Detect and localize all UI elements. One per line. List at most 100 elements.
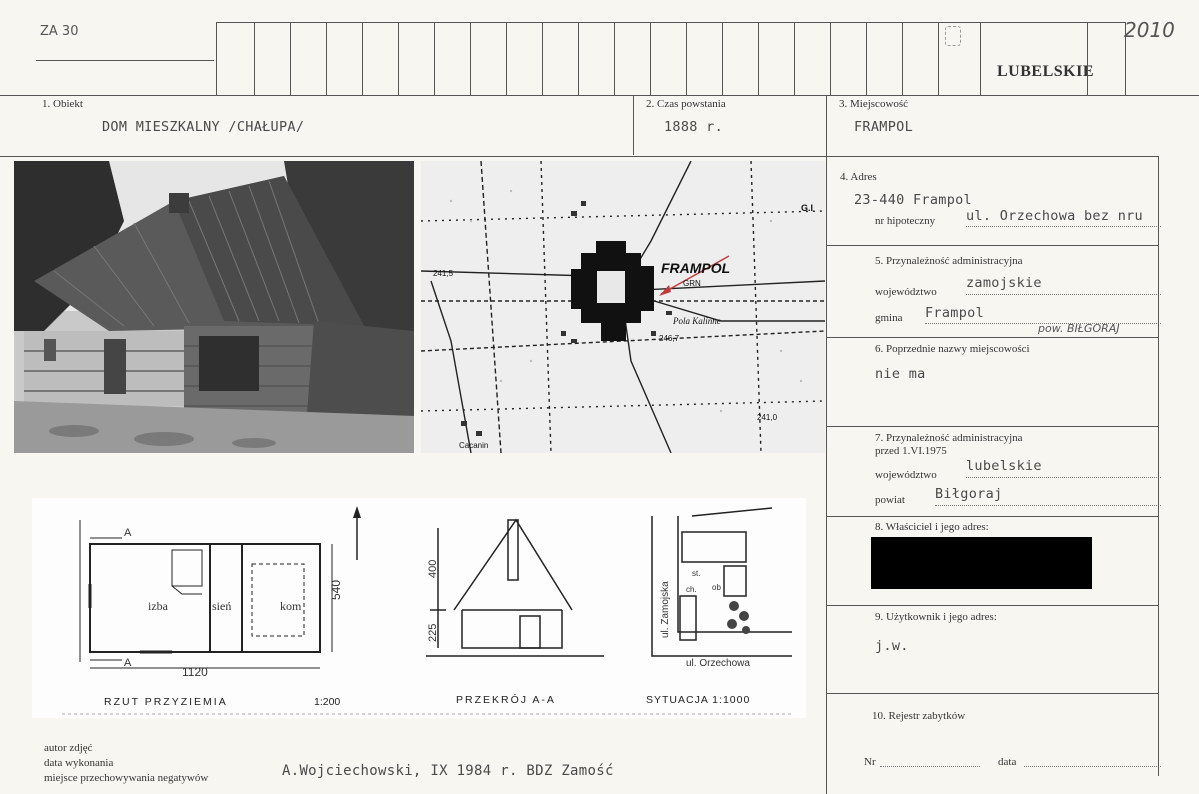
caption-site: SYTUACJA 1:1000 [646, 694, 750, 706]
row-rule [826, 156, 1159, 157]
dotted-line [966, 477, 1161, 478]
field-1-value: DOM MIESZKALNY /CHAŁUPA/ [102, 119, 305, 135]
dotted-line [880, 766, 980, 767]
card-code: ZA 30 [40, 24, 79, 39]
right-column-divider [826, 95, 827, 794]
label-a-top: A [124, 527, 132, 539]
field-9-value: j.w. [875, 638, 909, 654]
header-top-rule [216, 22, 1126, 23]
footer-line-2: data wykonania [44, 757, 114, 769]
label-ob: ob [712, 583, 721, 592]
field-3-label: 3. Miejscowość [839, 98, 909, 110]
field-10-label: 10. Rejestr zabytków [872, 710, 966, 722]
row-rule [826, 605, 1159, 606]
dotted-line [1024, 766, 1161, 767]
header-tick [398, 22, 399, 95]
field-4-sub-value: ul. Orzechowa bez nru [966, 208, 1143, 224]
field-5-gmina-label: gmina [875, 312, 903, 324]
caption-section: PRZEKRÓJ A-A [456, 693, 556, 706]
header-tick [470, 22, 471, 95]
divider [633, 95, 634, 155]
field-5-voiv-value: zamojskie [966, 275, 1042, 291]
map-village-label: Cacanin [459, 441, 488, 450]
label-dim-w: 1120 [182, 665, 208, 679]
field-7-powiat-value: Biłgoraj [935, 486, 1003, 502]
header-tick [866, 22, 867, 95]
label-sien: sień [212, 599, 231, 613]
field-7-label: 7. Przynależność administracyjna [875, 432, 1023, 444]
label-a-bottom: A [124, 657, 132, 669]
field-5-label: 5. Przynależność administracyjna [875, 255, 1023, 267]
map-grn-label: GRN [683, 279, 701, 288]
house-photo [14, 161, 414, 453]
row-rule [826, 426, 1159, 427]
dotted-line [935, 505, 1161, 506]
label-dim-400: 400 [427, 560, 439, 578]
label-street-1: ul. Zamojska [660, 581, 671, 638]
field-2-value: 1888 r. [664, 119, 723, 135]
field-5-voiv-label: województwo [875, 286, 937, 298]
header-divider [1125, 22, 1126, 95]
field-6-value: nie ma [875, 366, 926, 382]
map-elev-2: 246,7 [659, 334, 680, 343]
right-edge-rule [1158, 156, 1159, 776]
header-tick [362, 22, 363, 95]
header-tick [290, 22, 291, 95]
dotted-line [966, 294, 1161, 295]
header-tick [902, 22, 903, 95]
location-map: FRAMPOL GRN Pola Kalinne 241,5 246,7 241… [421, 161, 825, 453]
redaction-box [871, 537, 1092, 589]
field-10-data-label: data [998, 756, 1017, 768]
map-town-label: FRAMPOL [661, 260, 730, 276]
field-2-label: 2. Czas powstania [646, 98, 726, 110]
header-rule [36, 60, 214, 61]
header-tick [506, 22, 507, 95]
header-tick [542, 22, 543, 95]
label-kom: kom [280, 599, 302, 613]
field-7-voiv-label: województwo [875, 469, 937, 481]
caption-plan-scale: 1:200 [314, 696, 340, 708]
field-3-value: FRAMPOL [854, 119, 913, 135]
field-4-sub-label: nr hipoteczny [875, 215, 936, 227]
label-ch: ch. [686, 585, 697, 594]
card-number: 2010 [1124, 18, 1175, 42]
field-10-nr-label: Nr [864, 756, 876, 768]
field-7-powiat-label: powiat [875, 494, 905, 506]
field-8-label: 8. Właściciel i jego adres: [875, 521, 989, 533]
header-tick [434, 22, 435, 95]
row-rule [826, 337, 1159, 338]
label-dim-225: 225 [427, 624, 439, 642]
header-tick [254, 22, 255, 95]
header-tick [326, 22, 327, 95]
row-rule [826, 693, 1159, 694]
map-pola-label: Pola Kalinne [672, 316, 721, 326]
field-9-label: 9. Użytkownik i jego adres: [875, 611, 997, 623]
header-tick [980, 22, 981, 95]
map-elev-3: 241,0 [757, 413, 778, 422]
field-7-voiv-value: lubelskie [966, 458, 1042, 474]
map-corner-label: G.I [801, 203, 813, 213]
header-tick [794, 22, 795, 95]
stamp-icon [945, 26, 961, 46]
label-dim-h: 540 [329, 580, 343, 600]
field-5-gmina-value: Frampol [925, 305, 984, 321]
header-tick [758, 22, 759, 95]
header-tick [722, 22, 723, 95]
header-tick [650, 22, 651, 95]
footer-line-1: autor zdjęć [44, 742, 93, 754]
region-label: LUBELSKIE [997, 63, 1094, 80]
header-tick [614, 22, 615, 95]
field-5-note: pow. BIŁGORAJ [1038, 322, 1120, 335]
field-4-value: 23-440 Frampol [854, 192, 972, 208]
field-1-label: 1. Obiekt [42, 98, 83, 110]
inventory-card: ZA 30 2010 LUBELSKIE 1. Obiekt DOM MIESZ… [0, 0, 1199, 794]
header-divider [216, 22, 217, 95]
caption-plan: RZUT PRZYZIEMIA [104, 696, 228, 708]
header-tick [938, 22, 939, 95]
dotted-line [966, 226, 1161, 227]
row-rule [826, 245, 1159, 246]
house-photo-image [14, 161, 414, 453]
label-street-2: ul. Orzechowa [686, 658, 750, 669]
label-st: st. [692, 569, 700, 578]
field-7-label-2: przed 1.VI.1975 [875, 445, 947, 457]
